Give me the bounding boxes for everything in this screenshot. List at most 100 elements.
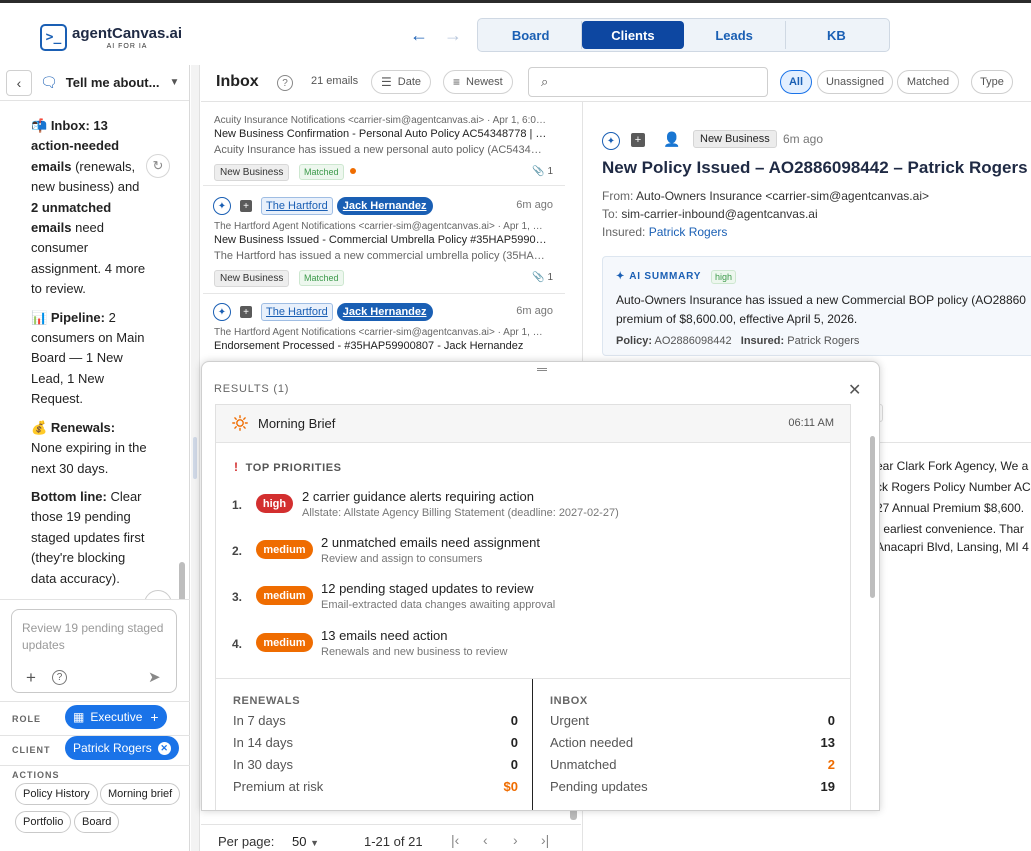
priority-item[interactable]: 2. medium 2 unmatched emails need assign… xyxy=(232,535,832,573)
priority-subtitle: Review and assign to consumers xyxy=(321,553,483,565)
close-icon[interactable]: ✕ xyxy=(848,380,861,400)
search-icon: ⌕ xyxy=(541,74,549,89)
list-item[interactable]: Acuity Insurance Notifications <carrier-… xyxy=(203,102,565,186)
forward-arrow-icon[interactable]: → xyxy=(444,25,462,46)
priority-number: 4. xyxy=(232,637,243,651)
sort-order-button[interactable]: ≡ Newest xyxy=(443,70,513,94)
stat-row: Premium at risk $0 xyxy=(233,779,518,801)
assistant-scrollbar[interactable] xyxy=(179,562,185,599)
send-icon[interactable]: ➤ xyxy=(148,668,161,686)
email-count: 21 emails xyxy=(311,75,359,87)
logo[interactable]: >_ agentCanvas.ai AI FOR IA xyxy=(40,24,182,51)
stat-row: In 30 days 0 xyxy=(233,757,518,779)
client-chip[interactable]: Patrick Rogers ✕ xyxy=(65,736,179,760)
role-chip[interactable]: ▦ Executive + xyxy=(65,705,167,729)
stat-label: Unmatched xyxy=(550,757,617,772)
logo-tagline: AI FOR IA xyxy=(106,43,148,50)
attachment-number: 1 xyxy=(547,272,553,283)
email-title: New Policy Issued – AO2886098442 – Patri… xyxy=(602,158,1028,177)
insured-line: Insured: Patrick Rogers xyxy=(602,225,727,239)
ai-icon[interactable]: ✦ xyxy=(602,132,620,150)
search-box: ⌕ xyxy=(528,67,768,97)
filter-matched[interactable]: Matched xyxy=(897,70,959,94)
add-icon[interactable]: + xyxy=(631,133,645,147)
email-time: 6m ago xyxy=(516,199,553,211)
tab-clients[interactable]: Clients xyxy=(582,21,684,49)
carrier-link[interactable]: The Hartford xyxy=(261,197,333,215)
action-policy-history[interactable]: Policy History xyxy=(15,783,98,805)
policy-label: Policy: xyxy=(616,335,653,347)
help-icon[interactable]: ? xyxy=(52,670,67,685)
priority-item[interactable]: 3. medium 12 pending staged updates to r… xyxy=(232,581,832,619)
last-page-icon[interactable]: ›| xyxy=(541,832,549,848)
drag-handle[interactable] xyxy=(537,368,547,371)
splitter-grip[interactable] xyxy=(193,437,197,479)
tab-kb[interactable]: KB xyxy=(786,21,887,49)
action-portfolio[interactable]: Portfolio xyxy=(15,811,72,833)
ai-summary-line: Auto-Owners Insurance has issued a new C… xyxy=(616,293,1026,307)
chevron-down-icon[interactable]: ▼ xyxy=(169,77,179,88)
ai-icon[interactable]: ✦ xyxy=(213,197,231,215)
stat-label: Urgent xyxy=(550,713,590,728)
tab-leads[interactable]: Leads xyxy=(684,21,786,49)
insured-value: Patrick Rogers xyxy=(787,335,860,347)
assistant-header: ‹ 🗨 Tell me about... ▼ xyxy=(0,65,189,101)
alert-icon: ! xyxy=(234,460,239,474)
scroll-down-icon[interactable]: ⌄ xyxy=(144,590,172,599)
chat-input[interactable] xyxy=(22,620,170,654)
stat-row: In 7 days 0 xyxy=(233,713,518,735)
help-icon[interactable]: ? xyxy=(277,75,293,91)
person-icon[interactable]: 👤 xyxy=(663,131,680,148)
back-arrow-icon[interactable]: ← xyxy=(410,25,428,46)
next-page-icon[interactable]: › xyxy=(513,832,518,848)
add-icon[interactable]: + xyxy=(150,709,158,725)
prev-page-icon[interactable]: ‹ xyxy=(483,832,488,848)
from-label: From: xyxy=(602,189,634,203)
per-page-select[interactable]: 50 ▼ xyxy=(292,834,319,849)
plus-icon[interactable]: + xyxy=(26,668,36,688)
priority-badge: medium xyxy=(256,540,313,559)
stat-value: 0 xyxy=(510,713,518,728)
attachment-number: 1 xyxy=(547,166,553,177)
carrier-link[interactable]: The Hartford xyxy=(261,303,333,321)
email-from: Acuity Insurance Notifications <carrier-… xyxy=(214,115,546,126)
stat-label: Action needed xyxy=(550,735,634,750)
add-icon[interactable]: + xyxy=(240,200,252,212)
stat-row: Urgent 0 xyxy=(550,713,835,735)
ai-icon[interactable]: ✦ xyxy=(213,303,231,321)
filter-unassigned[interactable]: Unassigned xyxy=(817,70,893,94)
action-morning-brief[interactable]: Morning brief xyxy=(100,783,181,805)
paperclip-icon: 📎 xyxy=(532,166,545,177)
priority-item[interactable]: 1. high 2 carrier guidance alerts requir… xyxy=(232,489,832,527)
close-icon[interactable]: ✕ xyxy=(157,741,171,755)
client-value: Patrick Rogers xyxy=(73,741,152,755)
morning-brief-card: Morning Brief 06:11 AM ! TOP PRIORITIES 1… xyxy=(215,404,851,810)
sort-date-button[interactable]: ☰ Date xyxy=(371,70,432,94)
stat-label: Premium at risk xyxy=(233,779,324,794)
from-value: Auto-Owners Insurance <carrier-sim@agent… xyxy=(636,189,929,203)
assistant-message-scroll[interactable]: 📬 Inbox: 13 action-needed emails (renewa… xyxy=(0,102,190,599)
renewals-heading: RENEWALS xyxy=(233,695,301,707)
insured-link[interactable]: Patrick Rogers xyxy=(649,225,728,239)
refresh-icon[interactable]: ↻ xyxy=(146,154,170,178)
filter-type[interactable]: Type xyxy=(971,70,1013,94)
collapse-button[interactable]: ‹ xyxy=(6,69,32,96)
filter-all[interactable]: All xyxy=(780,70,812,94)
search-input[interactable] xyxy=(563,73,758,91)
assistant-title[interactable]: Tell me about... xyxy=(66,75,160,90)
stat-value: 13 xyxy=(820,735,835,750)
renewals-stats: RENEWALS In 7 days 0 In 14 days 0 In 30 da… xyxy=(233,695,518,801)
stat-value: 0 xyxy=(510,735,518,750)
priority-item[interactable]: 4. medium 13 emails need action Renewals… xyxy=(232,628,832,666)
list-item[interactable]: ✦ + The Hartford Jack Hernandez 6m ago T… xyxy=(203,188,565,294)
first-page-icon[interactable]: |‹ xyxy=(451,832,459,848)
action-board[interactable]: Board xyxy=(74,811,120,833)
client-link[interactable]: Jack Hernandez xyxy=(336,197,433,215)
results-scrollbar[interactable] xyxy=(870,436,875,598)
tab-board[interactable]: Board xyxy=(480,21,583,49)
insured-label: Insured: xyxy=(740,335,785,347)
priority-number: 2. xyxy=(232,544,243,558)
client-link[interactable]: Jack Hernandez xyxy=(336,303,433,321)
add-icon[interactable]: + xyxy=(240,306,252,318)
email-time: 6m ago xyxy=(783,132,824,146)
